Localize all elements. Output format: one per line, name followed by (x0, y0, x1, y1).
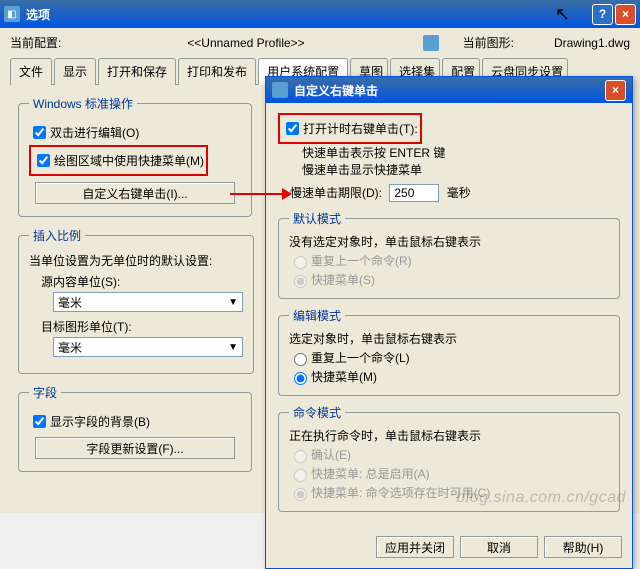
legend-field: 字段 (29, 384, 61, 401)
group-edit-mode: 编辑模式 选定对象时，单击鼠标右键表示 重复上一个命令(L) 快捷菜单(M) (278, 307, 620, 396)
radio-default-menu[interactable]: 快捷菜单(S) (289, 271, 609, 288)
highlight-timed-rightclick: 打开计时右键单击(T): (278, 113, 422, 144)
tab-open-save[interactable]: 打开和保存 (98, 58, 176, 85)
src-unit-label: 源内容单位(S): (41, 273, 243, 290)
sub-cancel-button[interactable]: 取消 (460, 536, 538, 558)
src-unit-select[interactable]: 毫米▼ (53, 292, 243, 312)
fast-click-desc: 快速单击表示按 ENTER 键 (302, 144, 620, 161)
chk-field-bg[interactable]: 显示字段的背景(B) (29, 412, 241, 431)
insert-desc: 当单位设置为无单位时的默认设置: (29, 252, 243, 269)
highlight-shortcut-menu: 绘图区域中使用快捷菜单(M) (29, 145, 208, 176)
edit-desc: 选定对象时，单击鼠标右键表示 (289, 330, 609, 347)
sub-close-button[interactable]: × (605, 80, 626, 101)
sub-help-button[interactable]: 帮助(H) (544, 536, 622, 558)
tgt-unit-label: 目标图形单位(T): (41, 318, 243, 335)
legend-insert: 插入比例 (29, 227, 85, 244)
group-default-mode: 默认模式 没有选定对象时，单击鼠标右键表示 重复上一个命令(R) 快捷菜单(S) (278, 210, 620, 299)
btn-field-update[interactable]: 字段更新设置(F)... (35, 437, 235, 459)
tab-print[interactable]: 打印和发布 (178, 58, 256, 85)
help-button[interactable]: ? (592, 4, 613, 25)
chevron-down-icon: ▼ (228, 342, 238, 353)
sub-titlebar: 自定义右键单击 × (266, 77, 632, 103)
tab-content: Windows 标准操作 双击进行编辑(O) 绘图区域中使用快捷菜单(M) 自定… (10, 85, 260, 492)
slow-duration-unit: 毫秒 (447, 186, 471, 200)
sub-title: 自定义右键单击 (294, 82, 605, 99)
chk-timed-rightclick[interactable]: 打开计时右键单击(T): (282, 119, 418, 138)
drawing-icon (423, 35, 439, 51)
chk-shortcut-menu[interactable]: 绘图区域中使用快捷菜单(M) (33, 151, 204, 170)
radio-cmd-options[interactable]: 快捷菜单: 命令选项存在时可用(C) (289, 484, 609, 501)
group-windows: Windows 标准操作 双击进行编辑(O) 绘图区域中使用快捷菜单(M) 自定… (18, 95, 252, 217)
slow-duration-label: 慢速单击期限(D): (290, 186, 382, 200)
legend-command: 命令模式 (289, 404, 345, 421)
command-desc: 正在执行命令时，单击鼠标右键表示 (289, 427, 609, 444)
group-insert-scale: 插入比例 当单位设置为无单位时的默认设置: 源内容单位(S): 毫米▼ 目标图形… (18, 227, 254, 374)
group-command-mode: 命令模式 正在执行命令时，单击鼠标右键表示 确认(E) 快捷菜单: 总是启用(A… (278, 404, 620, 512)
group-field: 字段 显示字段的背景(B) 字段更新设置(F)... (18, 384, 252, 472)
profile-name: <<Unnamed Profile>> (69, 36, 422, 50)
chevron-down-icon: ▼ (228, 297, 238, 308)
tgt-unit-select[interactable]: 毫米▼ (53, 337, 243, 357)
app-icon: ◧ (4, 6, 20, 22)
main-titlebar: ◧ 选项 ? × (0, 0, 640, 28)
radio-edit-menu[interactable]: 快捷菜单(M) (289, 368, 609, 385)
radio-default-repeat[interactable]: 重复上一个命令(R) (289, 252, 609, 269)
sub-dialog-buttons: 应用并关闭 取消 帮助(H) (266, 530, 632, 568)
legend-windows: Windows 标准操作 (29, 95, 137, 112)
default-desc: 没有选定对象时，单击鼠标右键表示 (289, 233, 609, 250)
radio-cmd-always[interactable]: 快捷菜单: 总是启用(A) (289, 465, 609, 482)
window-title: 选项 (26, 6, 592, 23)
sub-apply-close-button[interactable]: 应用并关闭 (376, 536, 454, 558)
drawing-name: Drawing1.dwg (554, 36, 630, 50)
close-button[interactable]: × (615, 4, 636, 25)
annotation-arrow (230, 193, 288, 195)
chk-double-click[interactable]: 双击进行编辑(O) (29, 123, 241, 142)
custom-rightclick-dialog: 自定义右键单击 × 打开计时右键单击(T): 快速单击表示按 ENTER 键 慢… (265, 76, 633, 569)
tab-file[interactable]: 文件 (10, 58, 52, 85)
current-config-label: 当前配置: (10, 34, 61, 51)
cursor-pointer: ↖ (555, 4, 570, 25)
current-drawing-label: 当前图形: (463, 34, 514, 51)
slow-click-desc: 慢速单击显示快捷菜单 (302, 161, 620, 178)
radio-cmd-confirm[interactable]: 确认(E) (289, 446, 609, 463)
slow-duration-input[interactable] (389, 184, 439, 202)
legend-default: 默认模式 (289, 210, 345, 227)
tab-display[interactable]: 显示 (54, 58, 96, 85)
annotation-arrow-head (282, 188, 292, 200)
btn-custom-rightclick[interactable]: 自定义右键单击(I)... (35, 182, 235, 204)
sub-app-icon (272, 82, 288, 98)
radio-edit-repeat[interactable]: 重复上一个命令(L) (289, 349, 609, 366)
legend-edit: 编辑模式 (289, 307, 345, 324)
